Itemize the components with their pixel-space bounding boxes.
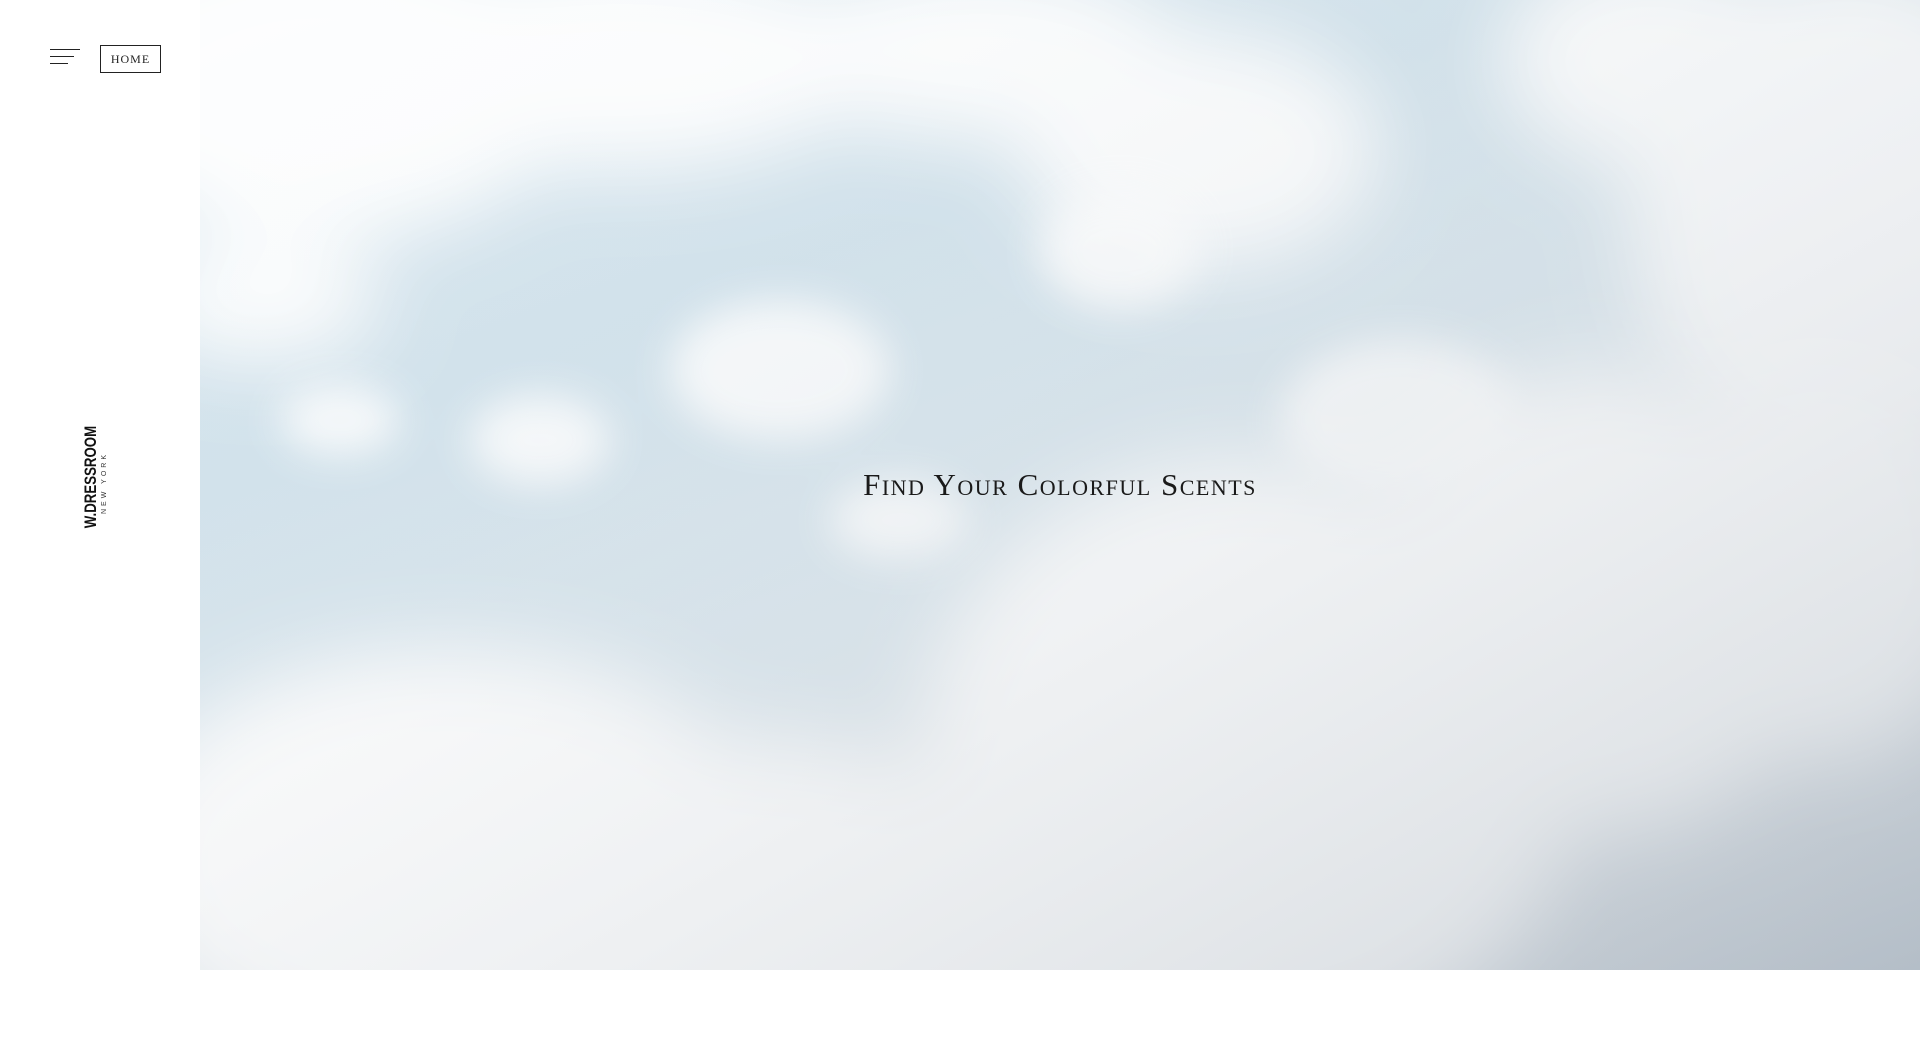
hero-banner: Find Your Colorful Scents: [200, 0, 1920, 970]
hamburger-menu-icon[interactable]: [50, 47, 80, 67]
hero-title: Find Your Colorful Scents: [863, 467, 1257, 502]
brand-logo[interactable]: W.DRESSROOM NEW YORK: [81, 425, 108, 541]
page: Find Your Colorful Scents HOME W.DRESSRO…: [0, 0, 1920, 1050]
brand-name: W.DRESSROOM: [81, 425, 100, 529]
left-sidebar: HOME W.DRESSROOM NEW YORK: [0, 0, 200, 1050]
brand-city: NEW YORK: [101, 452, 108, 514]
home-button[interactable]: HOME: [100, 45, 161, 73]
